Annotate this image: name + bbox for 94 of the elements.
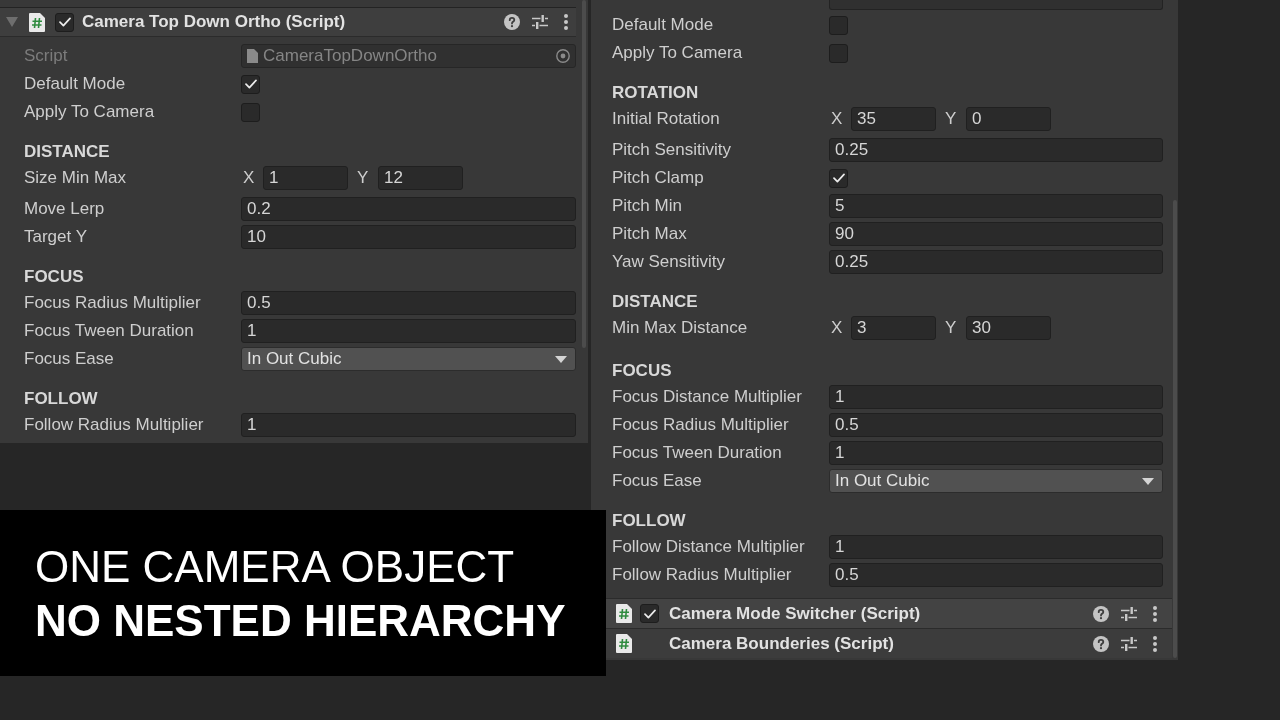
section-heading: FOLLOW — [612, 511, 686, 531]
field-label: Focus Radius Multiplier — [612, 415, 789, 435]
field-label: Focus Tween Duration — [24, 321, 194, 341]
section-heading: DISTANCE — [24, 142, 110, 162]
section-heading: FOLLOW — [24, 389, 98, 409]
axis-label: Y — [357, 168, 370, 188]
field-label: Follow Radius Multiplier — [612, 565, 792, 585]
number-field[interactable]: 0.5 — [829, 413, 1163, 437]
field-label: Focus Distance Multiplier — [612, 387, 802, 407]
number-field[interactable]: 1 — [263, 166, 348, 190]
component-title: Camera Mode Switcher (Script) — [669, 603, 921, 624]
number-field[interactable]: 1 — [241, 413, 576, 437]
number-field[interactable]: 12 — [378, 166, 463, 190]
script-file-icon — [29, 12, 45, 32]
field-label: Focus Radius Multiplier — [24, 293, 201, 313]
axis-label: X — [831, 109, 844, 129]
checkmark-icon — [58, 17, 71, 27]
more-options-icon[interactable] — [1153, 635, 1157, 652]
field-label: Pitch Max — [612, 224, 687, 244]
field-label: Focus Tween Duration — [612, 443, 782, 463]
checkbox[interactable] — [55, 12, 74, 32]
field-label: Pitch Sensitivity — [612, 140, 732, 160]
field-label: Size Min Max — [24, 168, 127, 188]
component-title: Camera Top Down Ortho (Script) — [82, 12, 346, 32]
field-label: Focus Ease — [24, 349, 114, 369]
checkbox[interactable] — [829, 15, 848, 35]
number-field[interactable]: 0.5 — [241, 291, 576, 315]
field-label: Initial Rotation — [612, 109, 720, 129]
checkbox[interactable] — [241, 74, 260, 94]
section-heading: FOCUS — [612, 361, 672, 381]
more-options-icon[interactable] — [564, 14, 568, 30]
number-field[interactable]: 90 — [829, 222, 1163, 246]
sliders-icon[interactable] — [1121, 636, 1137, 651]
field-label: Pitch Clamp — [612, 168, 704, 188]
help-icon[interactable] — [504, 14, 520, 30]
component-title: Camera Bounderies (Script) — [669, 633, 894, 654]
help-icon[interactable] — [1093, 605, 1109, 622]
help-icon[interactable] — [1093, 635, 1109, 652]
dropdown[interactable]: In Out Cubic — [829, 469, 1163, 493]
number-field[interactable]: 0.5 — [829, 563, 1163, 587]
field-label: Min Max Distance — [612, 318, 748, 338]
field-label: Follow Radius Multiplier — [24, 415, 204, 435]
number-field[interactable]: 1 — [241, 319, 576, 343]
script-file-icon — [616, 634, 632, 653]
caret-icon — [1142, 477, 1154, 485]
checkbox[interactable] — [241, 102, 260, 122]
number-field[interactable]: 0.25 — [829, 138, 1163, 162]
axis-label: Y — [945, 109, 958, 129]
section-heading: FOCUS — [24, 267, 84, 287]
field-label: Apply To Camera — [612, 43, 743, 63]
number-field[interactable]: 35 — [851, 107, 936, 131]
number-field[interactable]: 0 — [966, 107, 1051, 131]
sliders-icon[interactable] — [532, 15, 548, 29]
file-icon — [247, 49, 258, 63]
number-field[interactable]: 1 — [829, 535, 1163, 559]
number-field[interactable]: 0.2 — [241, 197, 576, 221]
axis-label: Y — [945, 318, 958, 338]
number-field[interactable]: 3 — [851, 316, 936, 340]
more-options-icon[interactable] — [1153, 605, 1157, 622]
component-header[interactable]: Camera Bounderies (Script) — [606, 628, 1172, 658]
number-field[interactable]: 1 — [829, 385, 1163, 409]
axis-label: X — [243, 168, 256, 188]
field-label: Follow Distance Multiplier — [612, 537, 805, 557]
field-label: Default Mode — [24, 74, 126, 94]
caption-title: ONE CAMERA OBJECT — [35, 541, 515, 593]
number-field[interactable]: 0.25 — [829, 250, 1163, 274]
axis-label: X — [831, 318, 844, 338]
field-label: Pitch Min — [612, 196, 682, 216]
caret-icon — [555, 355, 567, 363]
section-heading: ROTATION — [612, 83, 699, 103]
checkbox[interactable] — [829, 168, 848, 188]
number-field[interactable]: 30 — [966, 316, 1051, 340]
number-field[interactable]: 10 — [241, 225, 576, 249]
field-label: Move Lerp — [24, 199, 105, 219]
sliders-icon[interactable] — [1121, 606, 1137, 621]
component-header[interactable]: Camera Top Down Ortho (Script) — [0, 8, 576, 37]
checkmark-icon — [244, 79, 257, 89]
field-label: Target Y — [24, 227, 87, 247]
field-label: Script — [24, 46, 68, 66]
field-label: Yaw Sensitivity — [612, 252, 726, 272]
field-label: Default Mode — [612, 15, 714, 35]
section-heading: DISTANCE — [612, 292, 698, 312]
checkmark-icon — [832, 173, 845, 183]
script-file-icon — [616, 604, 632, 623]
component-header[interactable]: Camera Mode Switcher (Script) — [606, 598, 1172, 628]
checkbox[interactable] — [829, 43, 848, 63]
field-label: Focus Ease — [612, 471, 702, 491]
checkmark-icon — [643, 608, 656, 619]
field-label: Apply To Camera — [24, 102, 155, 122]
number-field[interactable]: 5 — [829, 194, 1163, 218]
number-field[interactable]: 1 — [829, 441, 1163, 465]
caption-subtitle: NO NESTED HIERARCHY — [35, 595, 566, 647]
checkbox[interactable] — [640, 604, 659, 623]
dropdown[interactable]: In Out Cubic — [241, 347, 576, 371]
